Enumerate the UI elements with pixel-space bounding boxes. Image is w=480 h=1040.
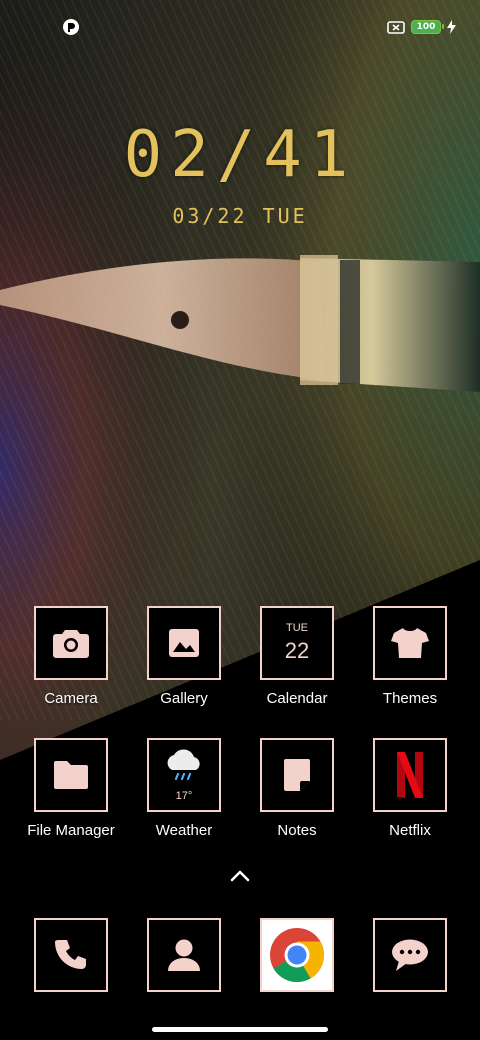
chat-bubble-icon xyxy=(392,939,428,971)
no-sim-icon xyxy=(387,20,405,34)
cloud-rain-icon xyxy=(167,749,200,781)
dock-chrome[interactable] xyxy=(237,918,357,992)
app-gallery[interactable]: Gallery xyxy=(124,606,244,707)
app-tile[interactable] xyxy=(34,606,108,680)
app-label: Themes xyxy=(382,690,438,707)
camera-icon xyxy=(53,630,89,658)
app-tile[interactable] xyxy=(373,738,447,812)
app-notes[interactable]: Notes xyxy=(237,738,357,839)
app-label: Gallery xyxy=(160,690,208,707)
notification-app-icon xyxy=(63,19,79,35)
dock-tile[interactable] xyxy=(34,918,108,992)
app-themes[interactable]: Themes xyxy=(350,606,470,707)
app-camera[interactable]: Camera xyxy=(11,606,131,707)
battery-level: 100 xyxy=(416,21,436,32)
chevron-up-icon[interactable] xyxy=(228,866,252,886)
app-label: Camera xyxy=(44,690,98,707)
clock-time[interactable]: 02/41 xyxy=(0,118,480,192)
charging-bolt-icon xyxy=(447,20,456,34)
app-tile[interactable]: TUE 22 xyxy=(260,606,334,680)
folder-icon xyxy=(54,761,88,789)
app-file-manager[interactable]: File Manager xyxy=(11,738,131,839)
dock-phone[interactable] xyxy=(11,918,131,992)
calendar-day: TUE xyxy=(286,622,308,634)
dock-messages[interactable] xyxy=(350,918,470,992)
app-weather[interactable]: 17° Weather xyxy=(124,738,244,839)
battery-icon: 100 xyxy=(411,20,444,34)
weather-temp: 17° xyxy=(175,790,193,802)
app-tile[interactable] xyxy=(373,606,447,680)
app-tile[interactable] xyxy=(34,738,108,812)
note-icon xyxy=(284,759,310,791)
dock-tile[interactable] xyxy=(260,918,334,992)
app-netflix[interactable]: Netflix xyxy=(350,738,470,839)
clock-date[interactable]: 03/22 TUE xyxy=(0,204,480,228)
calendar-date: 22 xyxy=(284,638,310,663)
dock-tile[interactable] xyxy=(373,918,447,992)
app-label: Weather xyxy=(155,822,213,839)
app-calendar[interactable]: TUE 22 Calendar xyxy=(237,606,357,707)
tshirt-icon xyxy=(391,628,429,658)
chrome-icon xyxy=(270,928,324,983)
home-indicator[interactable] xyxy=(152,1027,328,1032)
phone-icon xyxy=(55,940,86,969)
app-label: Calendar xyxy=(266,690,328,707)
app-tile[interactable] xyxy=(260,738,334,812)
dock-contacts[interactable] xyxy=(124,918,244,992)
dock-tile[interactable] xyxy=(147,918,221,992)
app-tile[interactable]: 17° xyxy=(147,738,221,812)
netflix-icon xyxy=(397,752,423,798)
app-label: File Manager xyxy=(27,822,115,839)
status-bar: 100 xyxy=(0,0,480,56)
app-tile[interactable] xyxy=(147,606,221,680)
app-label: Netflix xyxy=(389,822,431,839)
image-icon xyxy=(169,629,199,657)
app-label: Notes xyxy=(277,822,317,839)
contact-icon xyxy=(168,939,200,971)
